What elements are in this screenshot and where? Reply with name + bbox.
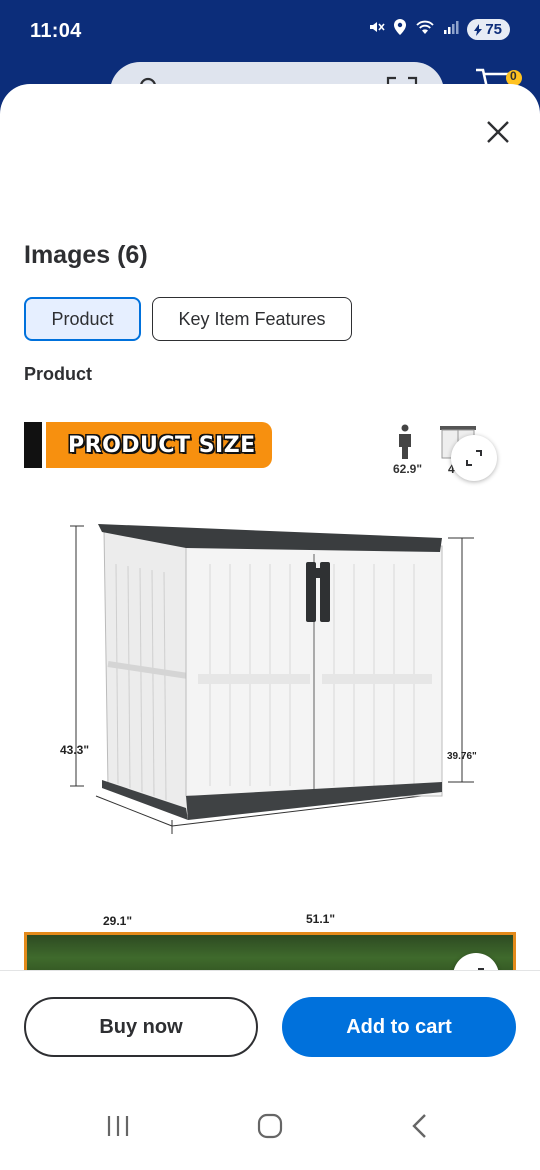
back-button[interactable] (400, 1109, 440, 1143)
home-button[interactable] (250, 1109, 290, 1143)
dimension-width: 51.1" (306, 912, 336, 926)
dimension-depth: 29.1" (103, 914, 133, 928)
add-to-cart-button[interactable]: Add to cart (282, 997, 516, 1057)
system-nav-bar (0, 1091, 540, 1170)
bottom-action-bar: Buy now Add to cart (0, 970, 540, 1170)
tab-key-item-features[interactable]: Key Item Features (152, 297, 352, 341)
banner-bar (24, 422, 42, 468)
battery-level: 75 (485, 21, 502, 38)
wifi-icon (415, 19, 435, 40)
expand-icon (466, 450, 482, 466)
person-icon (396, 424, 414, 465)
expand-button[interactable] (451, 435, 497, 481)
images-sheet: Images (6) Product Key Item Features Pro… (0, 84, 540, 1170)
sheet-title: Images (6) (24, 241, 148, 269)
signal-icon (443, 19, 459, 40)
banner-text: PRODUCT SIZE (68, 432, 256, 458)
person-height-label: 62.9" (393, 462, 423, 476)
recent-apps-icon (107, 1116, 129, 1136)
home-icon (257, 1113, 283, 1139)
dimension-height-left: 43.3" (60, 743, 90, 757)
mute-icon (367, 18, 385, 41)
cart-count: 0 (510, 69, 517, 83)
back-icon (412, 1114, 426, 1138)
status-bar: 11:04 75 (0, 0, 540, 62)
tab-product[interactable]: Product (24, 297, 141, 341)
product-size-banner: PRODUCT SIZE (46, 422, 272, 468)
close-button[interactable] (478, 112, 518, 152)
shed-illustration (70, 524, 474, 834)
close-icon (487, 121, 509, 143)
recent-apps-button[interactable] (98, 1109, 138, 1143)
section-label: Product (24, 364, 93, 384)
status-time: 11:04 (30, 20, 82, 42)
product-image[interactable]: PRODUCT SIZE 62.9" 4 43.3" 39.76" 29.1" … (24, 414, 516, 928)
buy-now-button[interactable]: Buy now (24, 997, 258, 1057)
battery-icon: 75 (467, 19, 510, 40)
status-icons: 75 (367, 18, 510, 41)
location-icon (393, 18, 407, 41)
dimension-height-right: 39.76" (447, 751, 477, 762)
